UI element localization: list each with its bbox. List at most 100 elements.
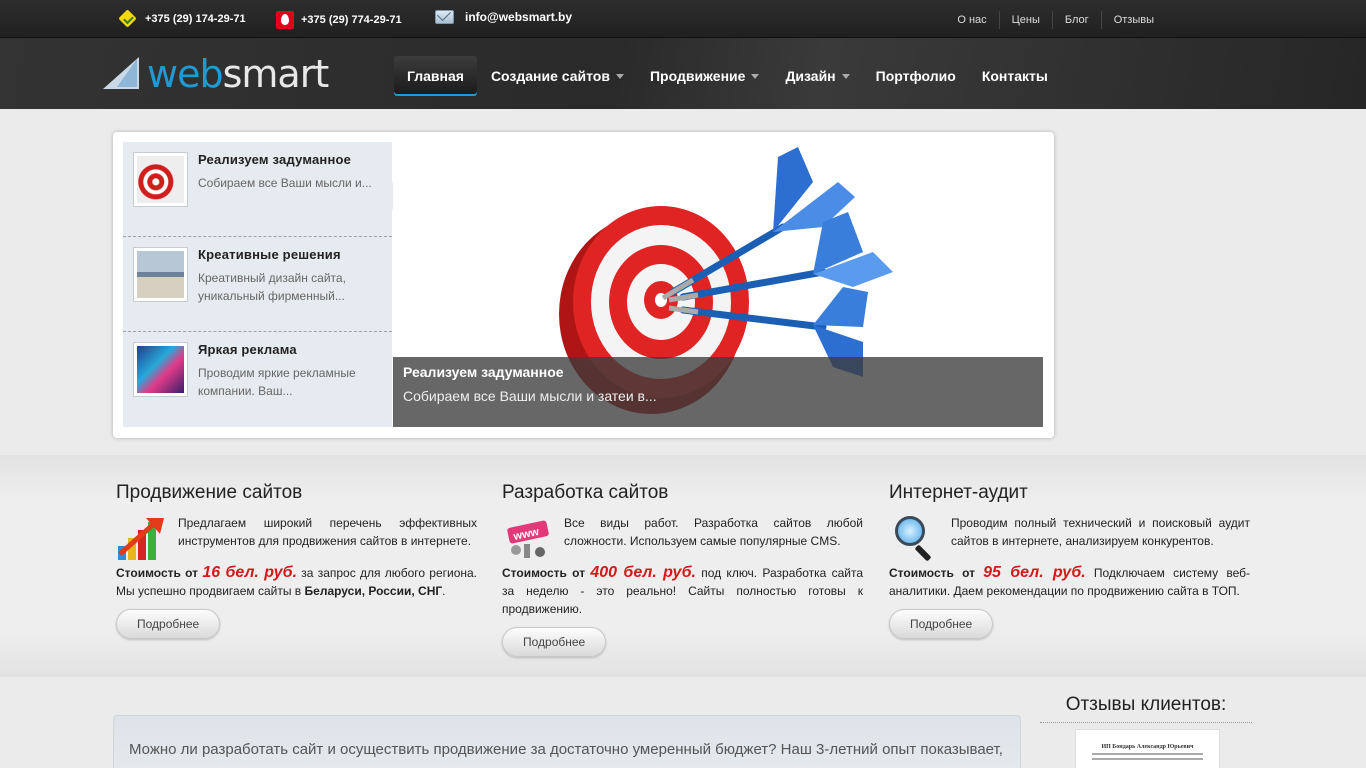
price-value-number: 400 [590,564,618,581]
about-text-box: Можно ли разработать сайт и осуществить … [113,715,1021,768]
service-body: www Все виды работ. Разработка сайтов лю… [502,514,863,618]
nav-contacts[interactable]: Контакты [969,56,1061,96]
price-prefix: Стоимость от [889,566,975,580]
slider-item-desc: Креативный дизайн сайта, уникальный фирм… [198,271,346,303]
road-car-image [137,251,184,298]
header: websmart Главная Создание сайтов Продвиж… [0,38,1366,109]
arrow-up-icon [118,518,164,556]
featured-slider: Реализуем задуманное Собираем все Ваши м… [113,132,1054,438]
caption-title: Реализуем задуманное [403,364,564,380]
service-text: Все виды работ. Разработка сайтов любой … [564,516,863,548]
more-button[interactable]: Подробнее [116,609,221,639]
web-tools-icon: www [502,514,554,562]
slider-item-3[interactable]: Яркая реклама Проводим яркие рекламные к… [123,332,392,427]
price-prefix: Стоимость от [116,566,199,580]
doc-line [1092,753,1203,755]
slider-item-title: Яркая реклама [198,342,297,357]
paper-plane-icon-fold [117,59,137,87]
service-title: Интернет-аудит [889,482,1028,503]
slider-caption: Реализуем задуманное Собираем все Ваши м… [393,357,1043,427]
contact-velcom: +375 (29) 174-29-71 [118,11,246,27]
thumbnail-image [133,342,188,397]
magnifier-lens [895,516,925,546]
logo-text: websmart [147,52,330,96]
contact-email[interactable]: info@websmart.by [435,10,572,24]
price-value-number: 95 [983,564,1001,581]
nav-design[interactable]: Дизайн [772,56,862,96]
nav-site-creation-label: Создание сайтов [490,68,610,84]
caption-text: Собираем все Ваши мысли и затеи в... [403,388,657,404]
slider-item-1[interactable]: Реализуем задуманное Собираем все Ваши м… [123,142,402,237]
toplink-blog[interactable]: Блог [1051,11,1101,29]
service-title: Разработка сайтов [502,482,669,503]
service-text: Проводим полный технический и поисковый … [951,516,1250,548]
price-value: 95 бел. руб. [983,564,1086,581]
more-button[interactable]: Подробнее [502,627,607,657]
price-prefix: Стоимость от [502,566,586,580]
nav-portfolio-label: Портфолио [875,68,956,84]
chevron-down-icon [615,73,624,79]
logo-text-smart: smart [222,52,330,96]
slider-item-2[interactable]: Креативные решения Креативный дизайн сай… [123,237,392,332]
price-value: 400 бел. руб. [590,564,696,581]
doc-line [1092,758,1203,760]
slider-item-title: Креативные решения [198,247,341,262]
phone-velcom: +375 (29) 174-29-71 [145,13,246,25]
top-bar: +375 (29) 174-29-71 +375 (29) 774-29-71 … [0,0,1366,38]
slider-item-desc: Собираем все Ваши мысли и... [198,176,372,190]
chevron-down-icon [841,73,850,79]
service-text: Предлагаем широкий перечень эффективных … [178,516,477,548]
slider-item-title: Реализуем задуманное [198,152,352,167]
colorful-splash-image [137,346,184,393]
service-development: Разработка сайтов www Все виды работ. Ра… [502,482,863,657]
service-title: Продвижение сайтов [116,482,303,503]
price-unit: бел. руб. [623,564,696,581]
nav-home-label: Главная [407,68,464,84]
price-unit: бел. руб. [1010,564,1086,581]
service-price-text: Стоимость от 400 бел. руб. под ключ. Раз… [502,564,863,618]
toplink-about[interactable]: О нас [945,11,998,29]
thumbnail-image [133,152,188,207]
nav-promotion-label: Продвижение [649,68,746,84]
nav-site-creation[interactable]: Создание сайтов [478,56,637,96]
toplink-reviews[interactable]: Отзывы [1100,11,1166,29]
more-button[interactable]: Подробнее [889,609,994,639]
nav-portfolio[interactable]: Портфолио [863,56,969,96]
www-tools-icon: www [507,520,549,558]
service-body: Предлагаем широкий перечень эффективных … [116,514,477,600]
slider-item-desc: Проводим яркие рекламные компании. Ваш..… [198,366,356,398]
magnifier-icon [889,514,941,562]
review-document-thumbnail[interactable]: ИП Бондарь Александр Юрьевич [1075,729,1220,768]
logo[interactable]: websmart [103,52,329,96]
price-unit: бел. руб. [225,564,298,581]
growth-chart-icon [116,514,168,562]
slider-thumbnails: Реализуем задуманное Собираем все Ваши м… [123,142,402,427]
toplink-prices[interactable]: Цены [998,11,1052,29]
service-promotion: Продвижение сайтов Предлагаем широкий пе… [116,482,477,639]
chevron-down-icon [751,73,760,79]
nav-home[interactable]: Главная [394,56,477,96]
service-audit: Интернет-аудит Проводим полный техническ… [889,482,1250,639]
phone-mts: +375 (29) 774-29-71 [301,14,402,26]
target-icon [137,156,184,203]
slider-main-image[interactable]: Реализуем задуманное Собираем все Ваши м… [393,142,1043,427]
service-price-text: Стоимость от 16 бел. руб. за запрос для … [116,564,478,598]
magnifier-handle [914,544,932,562]
logo-text-web: web [147,52,224,96]
email-link[interactable]: info@websmart.by [465,10,572,24]
main-nav: Главная Создание сайтов Продвижение Диза… [394,56,1061,96]
about-text: Можно ли разработать сайт и осуществить … [129,741,1003,758]
nav-promotion[interactable]: Продвижение [637,56,772,96]
price-value-number: 16 [202,564,221,581]
mail-icon [435,10,454,24]
review-doc-heading: ИП Бондарь Александр Юрьевич [1101,744,1194,750]
velcom-icon [118,11,138,27]
service-price-text: Стоимость от 95 бел. руб. Подключаем сис… [889,564,1250,600]
reviews-title: Отзывы клиентов: [1040,694,1252,723]
price-value: 16 бел. руб. [202,564,297,581]
contact-mts: +375 (29) 774-29-71 [276,11,402,29]
thumbnail-image [133,247,188,302]
mts-icon [276,11,294,29]
nav-design-label: Дизайн [785,68,836,84]
nav-contacts-label: Контакты [981,68,1048,84]
